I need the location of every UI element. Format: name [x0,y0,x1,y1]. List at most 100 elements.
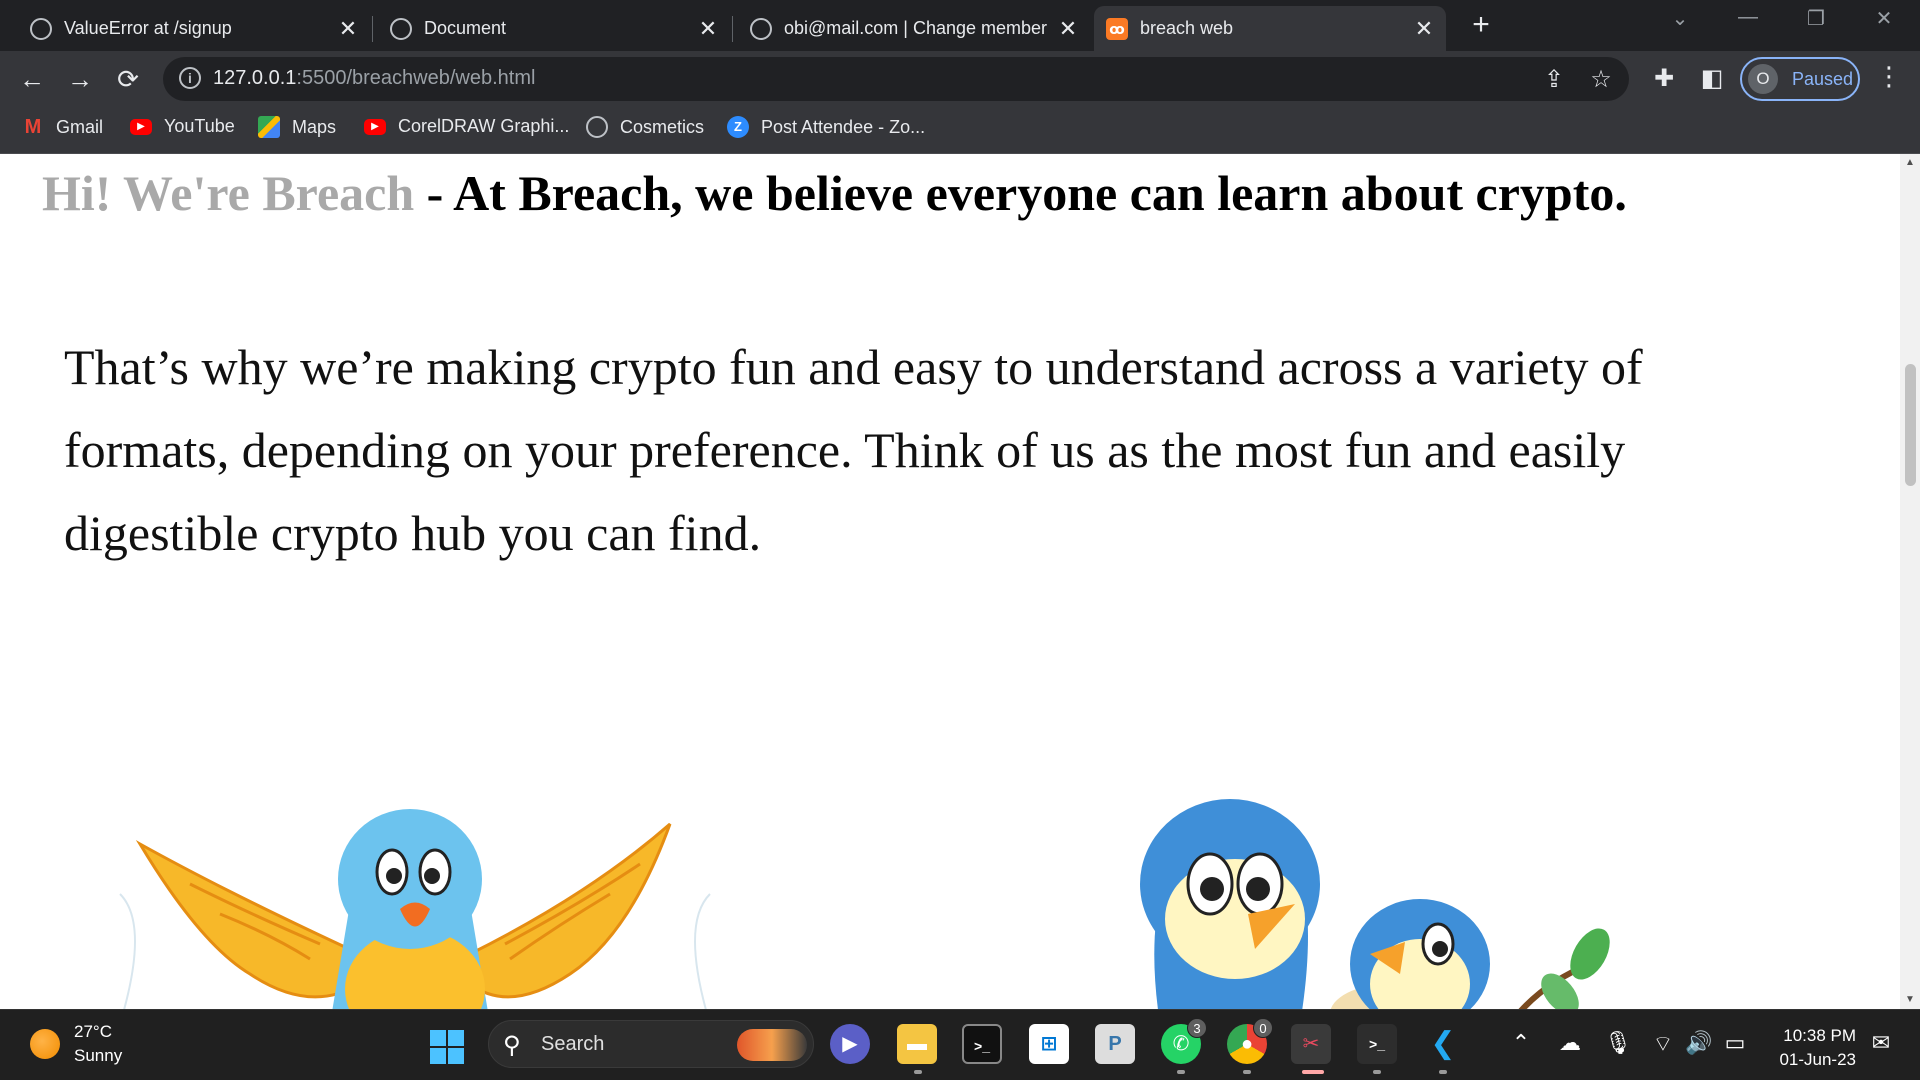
tab-search-icon[interactable]: ⌄ [1660,6,1700,31]
xampp-icon: ꝏ [1106,17,1128,40]
extensions-icon[interactable]: ✚ [1646,61,1682,97]
weather-temperature: 27°C [74,1022,112,1041]
close-icon[interactable]: ✕ [336,16,360,42]
close-icon[interactable]: ✕ [1412,16,1436,42]
wifi-icon[interactable]: ⌔ [1648,1030,1678,1058]
start-button[interactable] [430,1030,464,1064]
browser-chrome: ValueError at /signup ✕ Document ✕ obi@m… [0,0,1920,154]
running-indicator [1439,1070,1447,1074]
windows-taskbar: 27°C Sunny ⚲ Search ▶ ▬ >_ ⊞ P ✆ 3 ● 0 ✂ >… [0,1009,1920,1080]
file-explorer-icon[interactable]: ▬ [897,1024,937,1064]
tab-title: ValueError at /signup [64,18,232,38]
whatsapp-icon[interactable]: ✆ 3 [1161,1018,1207,1064]
search-label: Search [541,1033,605,1055]
sun-icon [30,1029,60,1059]
notifications-icon[interactable]: ✉ [1866,1030,1896,1056]
microsoft-store-icon[interactable]: ⊞ [1029,1024,1069,1064]
youtube-icon: ▶ [130,118,152,135]
globe-icon [390,17,412,40]
running-indicator [1243,1070,1251,1074]
page-scrollbar[interactable]: ▲ ▼ [1900,154,1920,1009]
python-icon[interactable]: P [1095,1024,1135,1064]
vscode-icon[interactable]: ❮ [1423,1024,1463,1064]
chrome-icon[interactable]: ● 0 [1227,1018,1273,1064]
teams-chat-icon[interactable]: ▶ [830,1024,870,1064]
bookmark-post-attendee[interactable]: Z Post Attendee - Zo... [727,116,925,138]
system-clock[interactable]: 10:38 PM 01-Jun-23 [1760,1024,1856,1072]
web-page: Hi! We're Breach - At Breach, we believe… [0,154,1900,1009]
flying-bird-illustration [119,809,711,1009]
globe-icon [586,116,608,138]
profile-status: Paused [1792,68,1854,89]
back-button[interactable]: ← [14,61,50,97]
bookmark-youtube[interactable]: ▶ YouTube [130,116,235,137]
bookmark-label: Maps [292,116,337,137]
intro-paragraph: That’s why we’re making crypto fun and e… [64,339,1643,561]
minimize-button[interactable]: — [1728,6,1768,29]
tab-breach-web[interactable]: ꝏ breach web ✕ [1094,6,1446,51]
forward-button[interactable]: → [62,61,98,97]
restore-button[interactable]: ❐ [1796,6,1836,31]
active-indicator [1302,1070,1324,1074]
tab-title: breach web [1140,18,1234,38]
chevron-up-icon[interactable]: ⌃ [1506,1030,1536,1056]
scroll-thumb[interactable] [1905,364,1916,486]
menu-icon[interactable]: ⋮ [1874,61,1904,92]
tab-document[interactable]: Document ✕ [378,6,730,51]
reload-button[interactable]: ⟳ [110,61,146,97]
battery-icon[interactable]: ▭ [1720,1030,1750,1056]
weather-description: Sunny [74,1046,123,1065]
bookmark-label: Post Attendee - Zo... [761,116,926,137]
bookmark-star-icon[interactable]: ☆ [1586,65,1616,94]
close-icon[interactable]: ✕ [696,16,720,42]
bookmark-label: CorelDRAW Graphi... [398,116,570,136]
running-indicator [1373,1070,1381,1074]
profile-button[interactable]: O Paused [1740,57,1860,101]
terminal-app-icon[interactable]: >_ [962,1024,1002,1064]
snipping-tool-icon[interactable]: ✂ [1291,1024,1331,1064]
tab-change-member[interactable]: obi@mail.com | Change member ✕ [738,6,1090,51]
scroll-up-arrow[interactable]: ▲ [1900,154,1920,172]
gmail-icon: M [24,116,42,138]
volume-icon[interactable]: 🔊 [1684,1030,1714,1056]
close-window-button[interactable]: ✕ [1864,6,1904,31]
whatsapp-badge: 3 [1187,1018,1207,1038]
running-indicator [1177,1070,1185,1074]
maps-icon [258,116,280,138]
scroll-down-arrow[interactable]: ▼ [1900,991,1920,1009]
tab-divider [372,16,373,42]
taskbar-search[interactable]: ⚲ Search [488,1020,814,1068]
headline-brand: Hi! We're Breach [42,165,415,221]
bookmark-cosmetics[interactable]: Cosmetics [586,116,704,138]
side-panel-icon[interactable]: ◧ [1694,61,1730,97]
close-icon[interactable]: ✕ [1056,16,1080,42]
site-info-icon[interactable]: i [179,67,201,89]
share-icon[interactable]: ⇪ [1539,65,1569,94]
tab-title: obi@mail.com | Change member [784,18,1048,38]
weather-widget[interactable]: 27°C Sunny [30,1020,122,1068]
bookmark-coreldraw[interactable]: ▶ CorelDRAW Graphi... [364,116,569,137]
bookmark-label: YouTube [164,116,235,136]
new-tab-button[interactable]: + [1466,8,1496,44]
address-bar[interactable]: i 127.0.0.1:5500/breachweb/web.html ⇪ ☆ [163,57,1629,101]
url-text[interactable]: 127.0.0.1:5500/breachweb/web.html [213,67,535,90]
browser-toolbar: ← → ⟳ i 127.0.0.1:5500/breachweb/web.htm… [0,51,1920,107]
tab-valueerror[interactable]: ValueError at /signup ✕ [18,6,370,51]
terminal-icon[interactable]: >_ [1357,1024,1397,1064]
onedrive-icon[interactable]: ☁ [1555,1030,1585,1056]
bookmark-label: Gmail [56,116,104,137]
youtube-icon: ▶ [364,118,386,135]
avatar: O [1748,64,1778,94]
clock-date: 01-Jun-23 [1779,1050,1856,1069]
bookmark-maps[interactable]: Maps [258,116,336,138]
clock-time: 10:38 PM [1783,1026,1856,1045]
globe-icon [30,17,52,40]
running-indicator [914,1070,922,1074]
bookmark-gmail[interactable]: M Gmail [22,116,103,138]
bookmark-label: Cosmetics [620,116,705,137]
tab-title: Document [424,18,507,38]
microphone-icon[interactable]: 🎙 [1603,1030,1633,1056]
zoom-icon: Z [727,116,749,138]
search-icon: ⚲ [503,1032,521,1059]
birds-on-branch-illustration [1140,799,1610,1009]
